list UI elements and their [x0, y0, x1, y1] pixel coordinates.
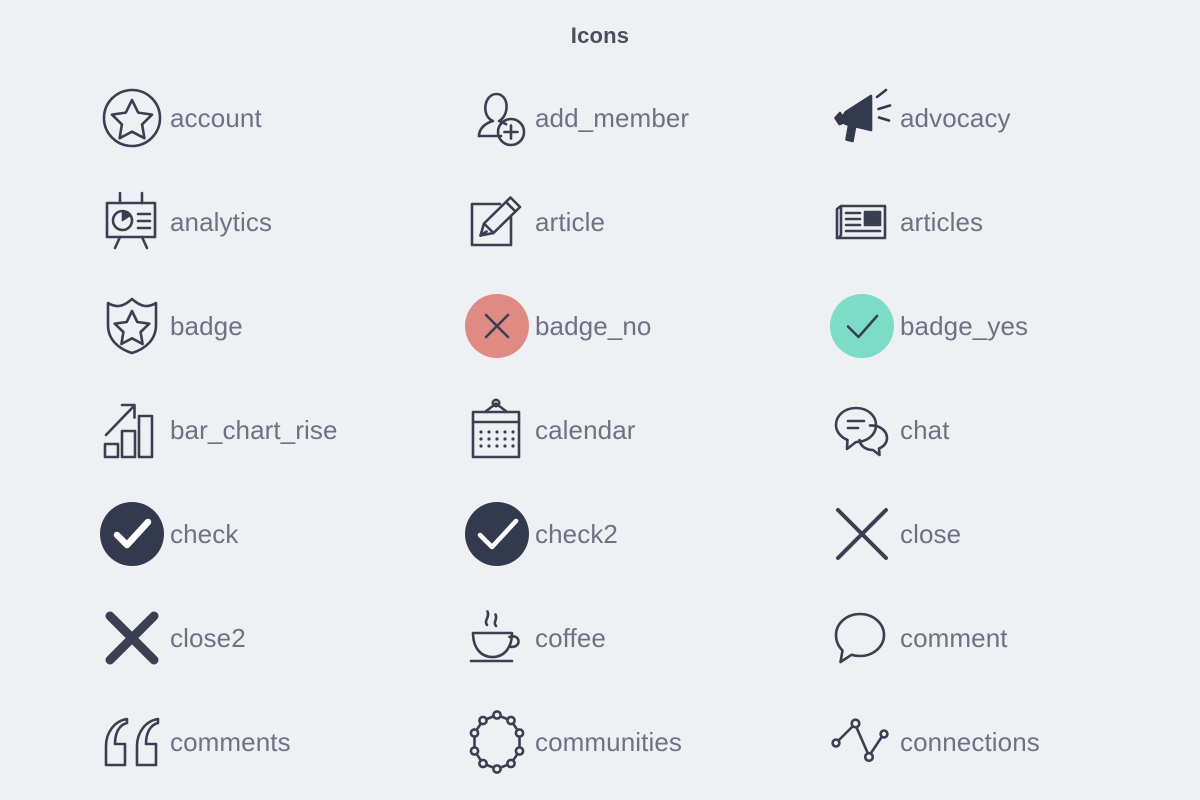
two-speech-bubbles-icon — [830, 398, 894, 462]
icon-label: check — [170, 519, 239, 549]
icon-item-badge-no[interactable]: badge_no — [465, 274, 830, 378]
icon-item-calendar[interactable]: calendar — [465, 378, 830, 482]
x-thin-icon — [830, 502, 894, 566]
icon-label: articles — [900, 207, 984, 237]
node-ring-icon — [465, 710, 529, 774]
icon-label: close — [900, 519, 962, 549]
icon-label: comments — [170, 727, 291, 757]
icon-label: comment — [900, 623, 1008, 653]
icon-item-add-member[interactable]: add_member — [465, 66, 830, 170]
megaphone-icon — [830, 86, 894, 150]
filled-circle-check-icon — [100, 502, 164, 566]
icon-item-analytics[interactable]: analytics — [100, 170, 465, 274]
coffee-cup-icon — [465, 606, 529, 670]
bar-chart-arrow-up-icon — [100, 398, 164, 462]
icon-item-advocacy[interactable]: advocacy — [830, 66, 1195, 170]
circle-check-teal-icon — [830, 294, 894, 358]
icon-label: account — [170, 103, 262, 133]
icon-label: badge_no — [535, 311, 652, 341]
icon-label: close2 — [170, 623, 246, 653]
filled-circle-check-thin-icon — [465, 502, 529, 566]
shield-star-icon — [100, 294, 164, 358]
calendar-icon — [465, 398, 529, 462]
icon-item-article[interactable]: article — [465, 170, 830, 274]
icon-item-communities[interactable]: communities — [465, 690, 830, 794]
icon-label: badge_yes — [900, 311, 1029, 341]
icon-item-close2[interactable]: close2 — [100, 586, 465, 690]
presentation-chart-icon — [100, 190, 164, 254]
icon-label: check2 — [535, 519, 618, 549]
star-in-circle-icon — [100, 86, 164, 150]
icon-item-badge-yes[interactable]: badge_yes — [830, 274, 1195, 378]
icon-label: calendar — [535, 415, 636, 445]
icon-item-account[interactable]: account — [100, 66, 465, 170]
icon-item-coffee[interactable]: coffee — [465, 586, 830, 690]
icon-label: analytics — [170, 207, 273, 237]
icon-gallery-page: Icons account add_member advocacy analyt… — [0, 0, 1200, 800]
icon-item-connections[interactable]: connections — [830, 690, 1195, 794]
circle-x-red-icon — [465, 294, 529, 358]
icon-item-comment[interactable]: comment — [830, 586, 1195, 690]
icon-label: coffee — [535, 623, 606, 653]
icon-item-check2[interactable]: check2 — [465, 482, 830, 586]
icon-label: connections — [900, 727, 1040, 757]
page-title: Icons — [570, 23, 630, 48]
icon-label: article — [535, 207, 606, 237]
icon-item-check[interactable]: check — [100, 482, 465, 586]
icon-label: communities — [535, 727, 683, 757]
newspaper-icon — [830, 190, 894, 254]
icon-item-articles[interactable]: articles — [830, 170, 1195, 274]
icon-item-badge[interactable]: badge — [100, 274, 465, 378]
icon-item-bar-chart-rise[interactable]: bar_chart_rise — [100, 378, 465, 482]
icon-grid: account add_member advocacy analytics ar… — [0, 66, 1200, 794]
icon-label: advocacy — [900, 103, 1011, 133]
icon-label: badge — [170, 311, 243, 341]
x-thick-icon — [100, 606, 164, 670]
icon-item-close[interactable]: close — [830, 482, 1195, 586]
speech-bubble-icon — [830, 606, 894, 670]
person-plus-icon — [465, 86, 529, 150]
zigzag-nodes-icon — [830, 710, 894, 774]
icon-item-chat[interactable]: chat — [830, 378, 1195, 482]
square-pencil-icon — [465, 190, 529, 254]
icon-label: chat — [900, 415, 950, 445]
icon-label: bar_chart_rise — [170, 415, 338, 445]
icon-label: add_member — [535, 103, 690, 133]
icon-item-comments[interactable]: comments — [100, 690, 465, 794]
quotation-marks-icon — [100, 710, 164, 774]
